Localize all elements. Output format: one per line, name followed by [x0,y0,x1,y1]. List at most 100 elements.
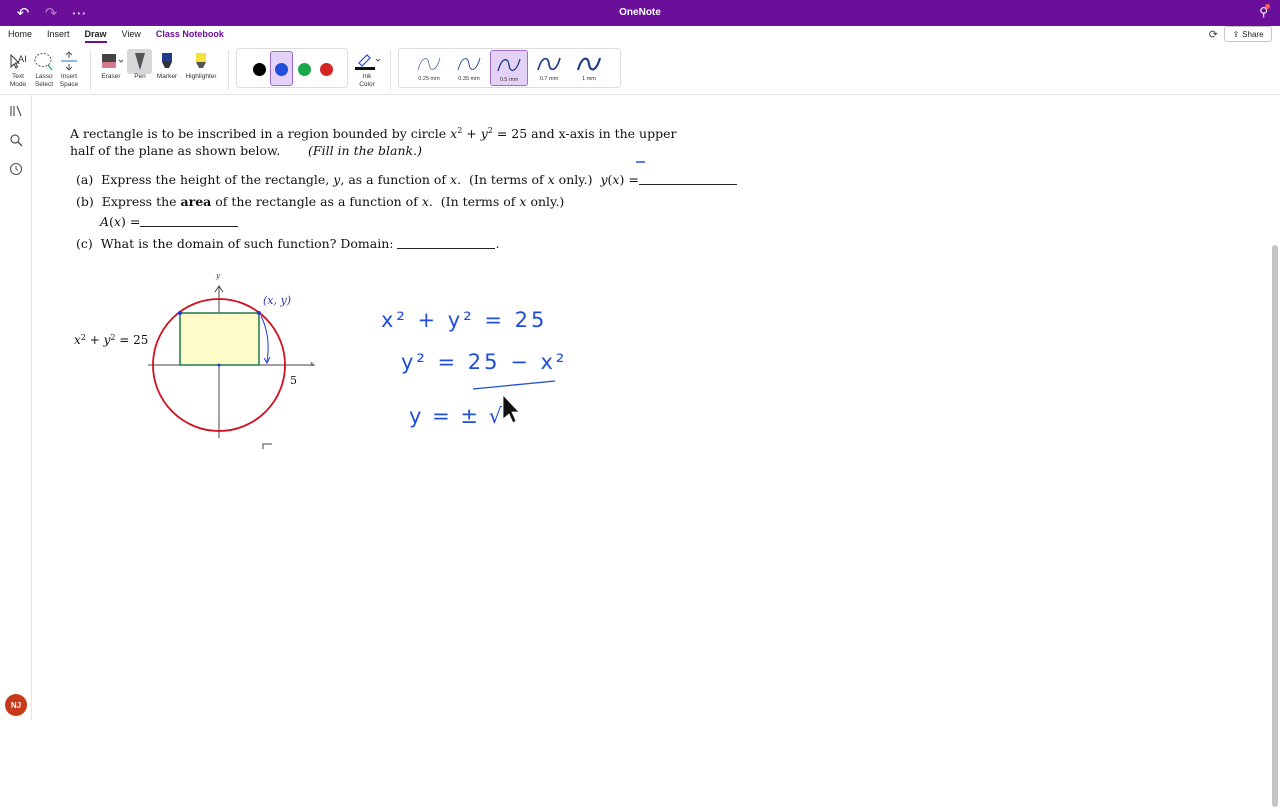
tab-class-notebook[interactable]: Class Notebook [156,29,224,39]
problem-text: half of the plane as shown below. [70,143,281,158]
user-avatar[interactable]: NJ [5,694,27,716]
thickness-07[interactable]: 0.7 mm [530,50,568,86]
pen-thickness-picker: 0.25 mm 0.35 mm 0.5 mm 0.7 mm 1 mm [398,48,621,88]
ink-line-1: x² + y² = 25 [381,308,547,332]
share-button[interactable]: ⇪ Share [1224,26,1272,42]
tab-insert[interactable]: Insert [47,29,70,39]
lasso-icon [32,49,56,73]
stray-ink-mark [636,161,645,163]
part-text: (In terms of [440,194,516,209]
ink-color-label-1: Ink [362,73,372,80]
svg-text:AI: AI [18,55,27,65]
x-axis-label: x [310,360,314,368]
marker-button[interactable]: Marker [153,49,181,81]
text-mode-label-2: Mode [9,80,27,88]
problem-statement: A rectangle is to be inscribed in a regi… [70,126,677,158]
part-label: (c) [76,236,93,251]
height-arrow [260,315,269,363]
tab-draw[interactable]: Draw [84,29,107,43]
inscribed-rectangle [179,312,260,366]
thickness-025[interactable]: 0.25 mm [410,50,448,86]
share-icon: ⇪ [1232,29,1240,39]
thickness-05[interactable]: 0.5 mm [490,50,528,86]
highlighter-icon [182,49,220,73]
marker-label: Marker [156,73,178,80]
thickness-035[interactable]: 0.35 mm [450,50,488,86]
title-bar: ↶ ↷ ⋯ OneNote ⚲ [0,0,1280,26]
text-mode-icon: AI [6,49,30,73]
thickness-label: 0.25 mm [418,76,440,82]
part-text: (In terms of [469,172,544,187]
search-icon[interactable] [9,133,23,147]
note-page[interactable]: A rectangle is to be inscribed in a regi… [33,96,1270,720]
stroke-sample-icon [537,57,561,71]
answer-blank-b[interactable] [140,215,239,227]
part-text: Express the height of the rectangle, [101,172,330,187]
thickness-label: 0.7 mm [539,76,559,82]
text-mode-button[interactable]: AI Text Mode [6,49,30,88]
answer-blank-c[interactable] [397,237,496,249]
ribbon-divider [390,50,391,90]
answer-blank-a[interactable] [638,173,737,185]
tab-home[interactable]: Home [8,29,32,39]
stroke-sample-icon [457,57,481,71]
color-swatch-red[interactable] [320,63,333,76]
problem-text: A rectangle is to be inscribed in a regi… [70,126,451,141]
color-swatch-black[interactable] [253,63,266,76]
handwritten-ink: x² + y² = 25 y² = 25 − x² y = ± √ [381,308,567,428]
share-label: Share [1242,29,1264,39]
lasso-label-1: Lasso [35,73,53,80]
eraser-button[interactable]: Eraser [97,49,125,81]
corner-point [257,311,261,315]
part-text: only.) [530,194,565,209]
ribbon-tabs: Home Insert Draw View Class Notebook [8,29,224,43]
ink-color-button[interactable]: Ink Color [352,49,382,88]
thickness-1[interactable]: 1 mm [570,50,608,86]
ink-line-2: y² = 25 − x² [401,350,567,374]
recent-notes-icon[interactable] [9,162,23,176]
y-axis-label: y [216,272,220,280]
stroke-sample-icon [497,58,521,72]
part-text: as a function of [348,172,447,187]
ink-line-3: y = ± √ [409,404,504,428]
thickness-label: 1 mm [582,76,596,82]
draw-ribbon: AI Text Mode Lasso Select Insert Space E… [0,46,1280,95]
page-scrollbar[interactable] [1270,95,1280,807]
color-swatch-green[interactable] [298,63,311,76]
circle-equation-label: x2 + y2 = 25 [74,333,149,347]
color-swatch-blue[interactable] [275,63,288,76]
fill-note: (Fill in the blank.) [308,143,422,158]
part-text: What is the domain of such function? Dom… [100,236,394,251]
part-label: (b) [76,194,94,209]
insert-space-label-1: Insert [60,73,78,80]
menu-bar: Home Insert Draw View Class Notebook ⟳ ⇪… [0,26,1280,46]
stray-ink-mark [262,443,272,449]
part-label: (a) [76,172,94,187]
lasso-select-button[interactable]: Lasso Select [32,49,56,88]
pen-label: Pen [134,73,146,80]
eraser-label: Eraser [101,73,121,80]
scrollbar-thumb[interactable] [1272,245,1278,807]
thickness-label: 0.5 mm [499,77,519,83]
insert-space-icon [57,49,81,73]
pen-button[interactable]: Pen [128,49,152,81]
stroke-sample-icon [417,57,441,71]
part-text: only.) [558,172,593,187]
tab-view[interactable]: View [122,29,141,39]
sync-icon[interactable]: ⟳ [1209,28,1218,41]
navigation-rail: NJ [0,95,32,720]
notebooks-icon[interactable] [9,104,23,118]
ribbon-divider [228,50,229,90]
origin-point [217,363,221,367]
part-text: Express the [101,194,177,209]
lasso-label-2: Select [34,80,54,88]
part-c: (c) What is the domain of such function?… [76,236,500,251]
notification-dot [1265,4,1270,9]
ink-color-icon [352,49,382,73]
part-text: of the rectangle as a function of [215,194,418,209]
problem-text: and x-axis in the upper [527,126,677,141]
highlighter-button[interactable]: Highlighter [182,49,220,81]
highlighter-label: Highlighter [185,73,217,80]
insert-space-button[interactable]: Insert Space [57,49,81,88]
radius-label: 5 [290,374,297,387]
